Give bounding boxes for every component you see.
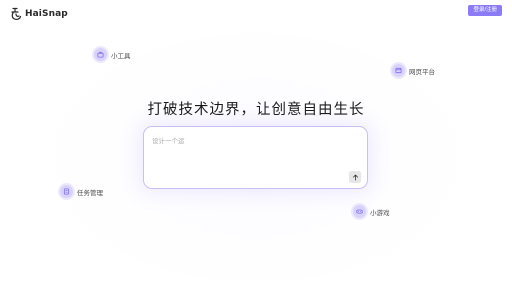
page-headline: 打破技术边界，让创意自由生长 xyxy=(147,102,365,118)
feature-chip-games[interactable]: 小游戏 xyxy=(353,205,390,218)
feature-label-tasks: 任务管理 xyxy=(77,188,103,197)
home-page: HaiSnap 登录/注册 小工具 网页平台 任务管理 小游戏 打破技术边界，让… xyxy=(0,0,512,288)
gamepad-icon xyxy=(353,205,366,218)
feature-chip-tasks[interactable]: 任务管理 xyxy=(60,185,103,198)
prompt-input[interactable] xyxy=(152,134,342,148)
feature-label-games: 小游戏 xyxy=(370,208,390,217)
logo-text: HaiSnap xyxy=(25,9,68,19)
feature-chip-tools[interactable]: 小工具 xyxy=(94,48,131,61)
feature-label-web: 网页平台 xyxy=(409,67,435,76)
haisnap-logo-icon xyxy=(11,7,22,20)
feature-chip-web[interactable]: 网页平台 xyxy=(392,64,435,77)
send-button[interactable] xyxy=(349,171,361,183)
toolbox-icon xyxy=(94,48,107,61)
prompt-card xyxy=(143,126,368,189)
feature-label-tools: 小工具 xyxy=(111,51,131,60)
web-page-icon xyxy=(392,64,405,77)
login-register-button[interactable]: 登录/注册 xyxy=(468,5,502,16)
logo[interactable]: HaiSnap xyxy=(10,7,68,21)
arrow-up-icon xyxy=(352,174,358,181)
task-list-icon xyxy=(60,185,73,198)
